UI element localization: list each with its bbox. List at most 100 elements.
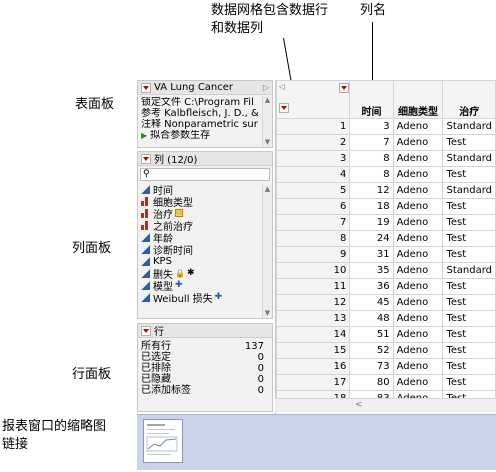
table-cell[interactable]: Adeno: [392, 230, 444, 247]
row-number[interactable]: 9: [275, 246, 351, 263]
table-cell[interactable]: 35: [349, 262, 394, 279]
row-number[interactable]: 3: [275, 150, 351, 167]
table-cell[interactable]: Test: [442, 294, 496, 311]
table-cell[interactable]: Test: [442, 246, 496, 263]
table-panel-header[interactable]: VA Lung Cancer ▷: [138, 81, 272, 95]
report-thumbnail[interactable]: [143, 419, 183, 463]
table-cell[interactable]: 45: [349, 294, 394, 311]
red-triangle-menu-icon[interactable]: [279, 103, 289, 113]
table-row[interactable]: 3 8 Adeno Standard: [275, 150, 496, 167]
row-number[interactable]: 15: [275, 342, 351, 359]
row-number[interactable]: 13: [275, 310, 351, 327]
table-cell[interactable]: 8: [349, 166, 394, 183]
table-cell[interactable]: Test: [442, 358, 496, 375]
scroll-down-icon[interactable]: ▼: [263, 309, 272, 318]
table-cell[interactable]: Adeno: [392, 374, 444, 391]
nominal-modeling-type-icon[interactable]: [141, 220, 150, 230]
continuous-modeling-type-icon[interactable]: [141, 280, 150, 290]
table-cell[interactable]: Adeno: [392, 326, 444, 343]
table-cell[interactable]: Standard: [442, 150, 496, 167]
table-script[interactable]: ▶ 拟合参数生存: [138, 130, 272, 141]
scroll-down-icon[interactable]: ▼: [263, 138, 272, 147]
red-triangle-menu-icon[interactable]: [141, 325, 151, 336]
row-number[interactable]: 11: [275, 278, 351, 295]
table-cell[interactable]: Test: [442, 230, 496, 247]
table-row[interactable]: 9 31 Adeno Test: [275, 246, 496, 263]
continuous-modeling-type-icon[interactable]: [141, 244, 150, 254]
table-cell[interactable]: Standard: [442, 118, 496, 135]
continuous-modeling-type-icon[interactable]: [141, 292, 150, 302]
table-cell[interactable]: Adeno: [392, 198, 444, 215]
continuous-modeling-type-icon[interactable]: [141, 184, 150, 194]
table-cell[interactable]: Standard: [442, 182, 496, 199]
table-cell[interactable]: 18: [349, 198, 394, 215]
row-stat[interactable]: 已排除 0: [138, 363, 272, 374]
table-cell[interactable]: 48: [349, 310, 394, 327]
table-cell[interactable]: Test: [442, 278, 496, 295]
scroll-up-icon[interactable]: ▲: [263, 96, 272, 105]
table-row[interactable]: 6 18 Adeno Test: [275, 198, 496, 215]
row-stat[interactable]: 已添加标签 0: [138, 385, 272, 396]
row-number[interactable]: 1: [275, 118, 351, 135]
grid-horizontal-scrollbar[interactable]: <: [275, 398, 496, 412]
row-number[interactable]: 16: [275, 358, 351, 375]
row-stat[interactable]: 已选定 0: [138, 352, 272, 363]
row-number[interactable]: 7: [275, 214, 351, 231]
table-cell[interactable]: Adeno: [392, 262, 444, 279]
table-cell[interactable]: Adeno: [392, 294, 444, 311]
table-prop-line[interactable]: 锁定文件 C:\Program Fil: [138, 97, 272, 108]
grid-corner[interactable]: ◁: [275, 80, 351, 119]
table-cell[interactable]: Standard: [442, 262, 496, 279]
row-stat[interactable]: 所有行 137: [138, 341, 272, 352]
table-cell[interactable]: Adeno: [392, 342, 444, 359]
table-row[interactable]: 14 51 Adeno Test: [275, 326, 496, 343]
continuous-modeling-type-icon[interactable]: [141, 268, 150, 278]
table-cell[interactable]: Adeno: [392, 214, 444, 231]
table-cell[interactable]: 12: [349, 182, 394, 199]
table-cell[interactable]: Adeno: [392, 182, 444, 199]
table-cell[interactable]: Adeno: [392, 118, 444, 135]
table-cell[interactable]: 73: [349, 358, 394, 375]
table-row[interactable]: 11 36 Adeno Test: [275, 278, 496, 295]
row-number[interactable]: 5: [275, 182, 351, 199]
table-row[interactable]: 10 35 Adeno Standard: [275, 262, 496, 279]
play-icon[interactable]: ▶: [141, 131, 147, 140]
row-number[interactable]: 12: [275, 294, 351, 311]
row-number[interactable]: 4: [275, 166, 351, 183]
nominal-modeling-type-icon[interactable]: [141, 196, 150, 206]
table-row[interactable]: 4 8 Adeno Test: [275, 166, 496, 183]
table-cell[interactable]: Test: [442, 134, 496, 151]
table-cell[interactable]: Test: [442, 166, 496, 183]
table-cell[interactable]: 19: [349, 214, 394, 231]
row-number[interactable]: 17: [275, 374, 351, 391]
row-stat[interactable]: 已隐藏 0: [138, 374, 272, 385]
columns-panel-header[interactable]: 列 (12/0): [138, 152, 272, 166]
table-panel-scrollbar[interactable]: ▲ ▼: [262, 96, 272, 147]
column-header[interactable]: 时间: [349, 80, 394, 119]
table-cell[interactable]: 24: [349, 230, 394, 247]
table-prop-line[interactable]: 注释 Nonparametric sur: [138, 119, 272, 130]
table-cell[interactable]: Test: [442, 198, 496, 215]
table-cell[interactable]: 36: [349, 278, 394, 295]
table-cell[interactable]: Test: [442, 310, 496, 327]
table-cell[interactable]: 31: [349, 246, 394, 263]
table-cell[interactable]: 51: [349, 326, 394, 343]
table-cell[interactable]: 8: [349, 150, 394, 167]
continuous-modeling-type-icon[interactable]: [141, 232, 150, 242]
table-cell[interactable]: Test: [442, 214, 496, 231]
table-cell[interactable]: Adeno: [392, 134, 444, 151]
scroll-up-icon[interactable]: ▲: [263, 185, 272, 194]
row-number[interactable]: 8: [275, 230, 351, 247]
table-row[interactable]: 16 73 Adeno Test: [275, 358, 496, 375]
column-list-item[interactable]: Weibull 损失 ✚: [138, 291, 272, 305]
column-header[interactable]: 细胞类型: [392, 80, 444, 119]
scroll-left-icon[interactable]: <: [355, 400, 363, 410]
table-row[interactable]: 12 45 Adeno Test: [275, 294, 496, 311]
table-cell[interactable]: Test: [442, 374, 496, 391]
table-row[interactable]: 17 80 Adeno Test: [275, 374, 496, 391]
row-number[interactable]: 10: [275, 262, 351, 279]
table-cell[interactable]: 52: [349, 342, 394, 359]
red-triangle-menu-icon[interactable]: [141, 82, 151, 93]
rows-panel-header[interactable]: 行: [138, 324, 272, 338]
row-number[interactable]: 14: [275, 326, 351, 343]
